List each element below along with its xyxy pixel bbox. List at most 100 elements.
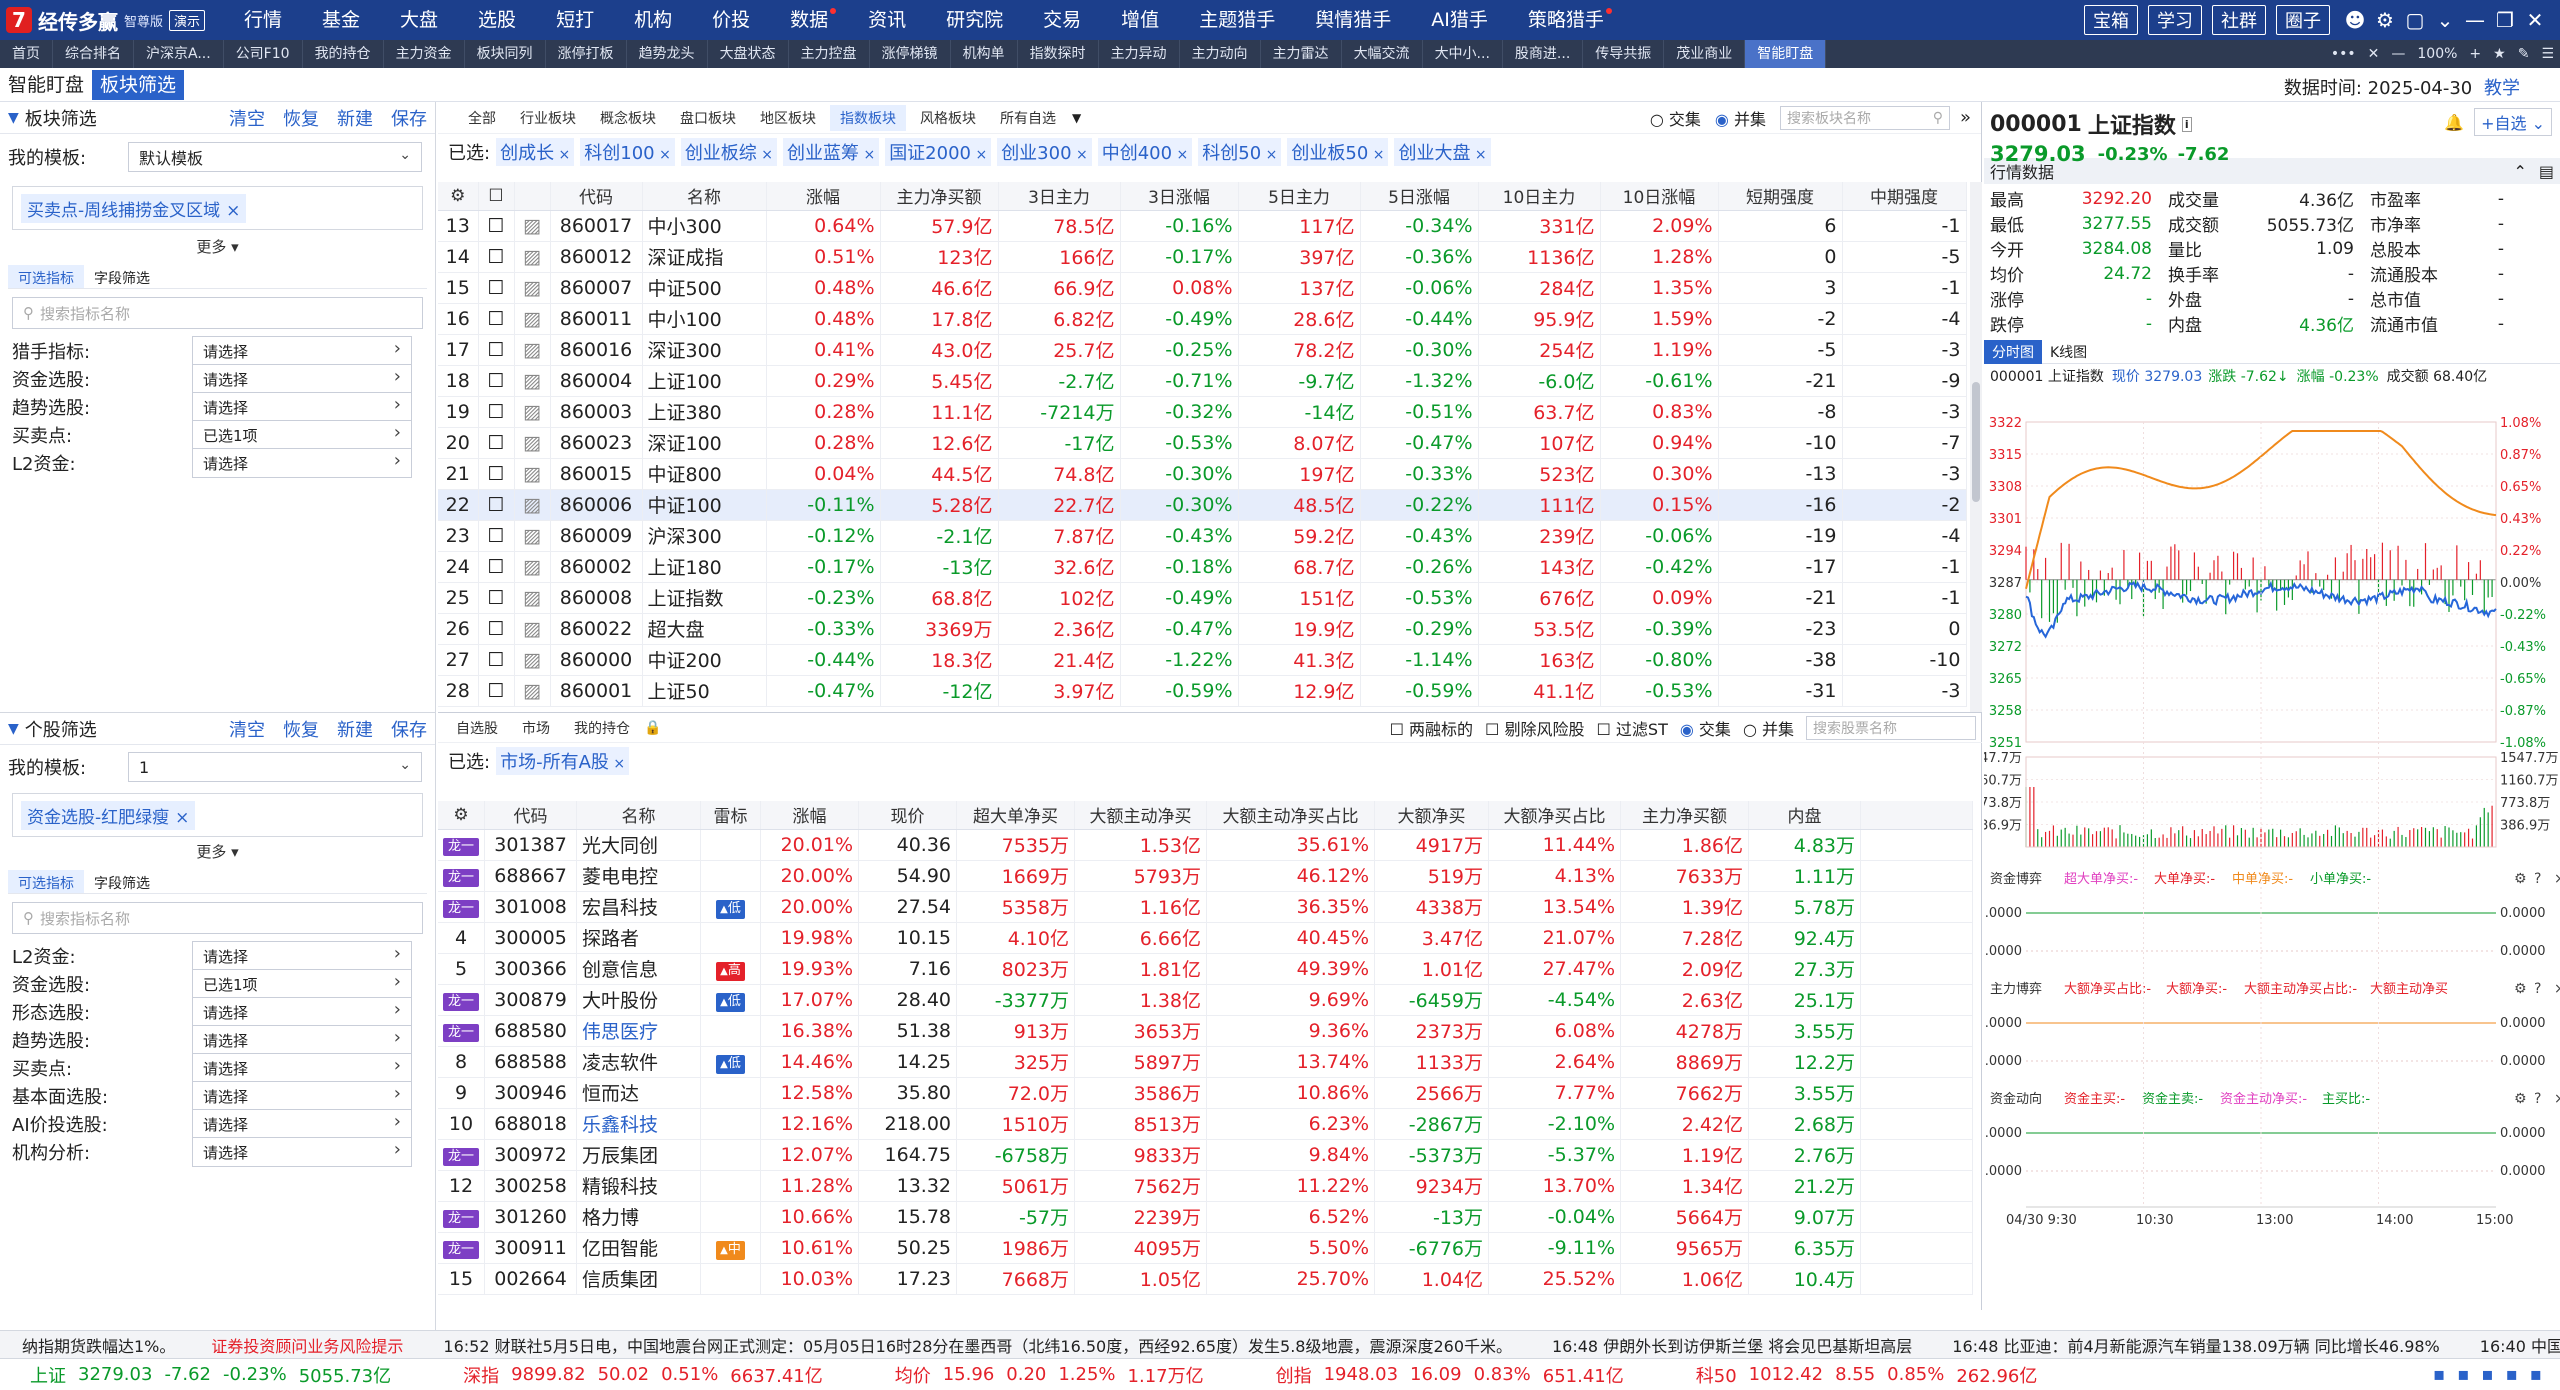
save-button[interactable]: 保存 [391, 105, 427, 131]
remove-tag-icon[interactable]: × [1172, 147, 1189, 163]
ticker-item[interactable]: 均价 15.96 0.20 1.25% 1.17万亿 [895, 1362, 1216, 1388]
row-checkbox[interactable]: ☐ [478, 396, 515, 428]
chosen-tag[interactable]: 创业蓝筹 × [783, 138, 880, 166]
more-toggle[interactable]: 更多 ▾ [0, 841, 435, 862]
tab-6[interactable]: 板块同列 [465, 40, 546, 68]
row-chart-icon[interactable]: ▨ [514, 427, 551, 459]
tab-20[interactable]: 传导共振 [1583, 40, 1665, 68]
row-chart-icon[interactable]: ▨ [514, 613, 551, 645]
ticker-item[interactable]: 上证 3279.03 -7.62 -0.23% 5055.73亿 [30, 1362, 403, 1388]
menu-item-6[interactable]: 价投 [692, 0, 770, 40]
row-checkbox[interactable]: ☐ [478, 365, 515, 397]
table-row[interactable]: 14 ☐ ▨ 860012 深证成指 0.51% 123亿 166亿 -0.17% 397亿 -0.… [438, 241, 1967, 273]
cell-name[interactable]: 亿田智能 [576, 1232, 702, 1264]
column-header-0[interactable]: 代码 [550, 182, 643, 211]
tab-holdings[interactable]: 我的持仓 [564, 715, 640, 741]
chosen-tag[interactable]: 创业板50 × [1287, 138, 1389, 166]
sector-type-tab-4[interactable]: 地区板块 [750, 105, 826, 131]
template-select[interactable]: 默认模板 ⌄ [128, 142, 422, 172]
ticker-item[interactable]: 科50 1012.42 8.55 0.85% 262.96亿 [1696, 1362, 2050, 1388]
cell-name[interactable]: 恒而达 [576, 1077, 702, 1109]
menu-item-13[interactable]: 舆情猎手 [1295, 0, 1411, 40]
risk-notice-link[interactable]: 证券投资顾问业务风险提示 [211, 1333, 403, 1357]
filter-select[interactable]: 请选择 › [192, 392, 412, 422]
tab-22[interactable]: 智能盯盘 [1745, 40, 1827, 68]
row-chart-icon[interactable]: ▨ [514, 644, 551, 676]
remove-tag-icon[interactable]: × [757, 147, 773, 163]
tab-1[interactable]: 综合排名 [53, 40, 134, 68]
chosen-tag[interactable]: 科创100 × [580, 138, 675, 166]
menu-item-2[interactable]: 大盘 [380, 0, 458, 40]
column-header-10[interactable]: 主力净买额 [1620, 801, 1750, 830]
menu-item-10[interactable]: 交易 [1023, 0, 1101, 40]
tab-12[interactable]: 机构单 [951, 40, 1018, 68]
cell-name[interactable]: 菱电电控 [576, 860, 702, 892]
table-row[interactable]: 17 ☐ ▨ 860016 深证300 0.41% 43.0亿 25.7亿 -0.25% 78.2… [438, 334, 1967, 366]
chosen-tag[interactable]: 创业大盘 × [1394, 138, 1491, 166]
chevron-down-icon[interactable]: ⌄ [2430, 8, 2460, 32]
settings-icon[interactable]: ⚙ [438, 182, 479, 211]
radio-intersection[interactable]: ○ 交集 [1650, 106, 1701, 130]
filter-select[interactable]: 请选择 › [192, 1053, 412, 1083]
filter-tag[interactable]: 资金选股-红肥绿瘦 × [21, 800, 196, 830]
menu-item-8[interactable]: 资讯 [848, 0, 926, 40]
tab-18[interactable]: 大中小... [1423, 40, 1503, 68]
column-header-11[interactable]: 内盘 [1748, 801, 1862, 830]
cell-name[interactable]: 探路者 [576, 922, 702, 954]
menu-item-14[interactable]: AI猎手 [1411, 0, 1508, 40]
table-row[interactable]: 22 ☐ ▨ 860006 中证100 -0.11% 5.28亿 22.7亿 -0.30% 48.… [438, 489, 1967, 521]
window-icon[interactable]: ▢ [2400, 8, 2430, 32]
cell-name[interactable]: 乐鑫科技 [576, 1108, 702, 1140]
cell-name[interactable]: 万辰集团 [576, 1139, 702, 1171]
row-checkbox[interactable]: ☐ [478, 551, 515, 583]
row-checkbox[interactable]: ☐ [478, 303, 515, 335]
table-row[interactable]: 12 300258 精锻科技 11.28% 13.32 5061万 7562万 11.22% 9… [438, 1170, 1974, 1202]
star-icon[interactable]: ★ [2487, 46, 2512, 62]
table-row[interactable]: 龙一 301387 光大同创 20.01% 40.36 7535万 1.53亿 35.61% 4… [438, 829, 1974, 861]
column-header-7[interactable]: 大额主动净买占比 [1206, 801, 1376, 830]
zoom-in-icon[interactable]: + [2463, 46, 2487, 62]
cell-name[interactable]: 宏昌科技 [576, 891, 702, 923]
row-chart-icon[interactable]: ▨ [514, 210, 551, 242]
more-toggle[interactable]: 更多 ▾ [0, 236, 435, 257]
cell-name[interactable]: 信质集团 [576, 1263, 702, 1295]
save-button[interactable]: 保存 [391, 716, 427, 742]
column-header-1[interactable]: 名称 [576, 801, 702, 830]
bell-icon[interactable]: 🔔 [2444, 113, 2464, 132]
menu-item-4[interactable]: 短打 [536, 0, 614, 40]
row-checkbox[interactable]: ☐ [478, 334, 515, 366]
panel-icon[interactable]: ☰ [2535, 46, 2560, 62]
add-watch-button[interactable]: +自选 ⌄ [2474, 108, 2552, 136]
tab-11[interactable]: 涨停梯镜 [870, 40, 951, 68]
row-checkbox[interactable]: ☐ [478, 644, 515, 676]
chosen-tag[interactable]: 创业板综 × [680, 138, 777, 166]
table-row[interactable]: 15 002664 信质集团 10.03% 17.23 7668万 1.05亿 25.70% 1… [438, 1263, 1974, 1295]
news-item[interactable]: 16:48 比亚迪：前4月新能源汽车销量138.09万辆 同比增长46.98% [1952, 1333, 2439, 1357]
menu-item-5[interactable]: 机构 [614, 0, 692, 40]
table-row[interactable]: 龙一 301260 格力博 10.66% 15.78 -57万 2239万 6.52% -13万… [438, 1201, 1974, 1233]
menu-item-11[interactable]: 增值 [1101, 0, 1179, 40]
indicator-search-input[interactable]: ⚲ 搜索指标名称 [12, 297, 423, 329]
ticker-item[interactable]: 深指 9899.82 50.02 0.51% 6637.41亿 [463, 1362, 835, 1388]
filter-select[interactable]: 请选择 › [192, 997, 412, 1027]
tab-intraday[interactable]: 分时图 [1984, 339, 2042, 364]
column-header-1[interactable]: 名称 [642, 182, 767, 211]
row-icon-col[interactable] [514, 182, 551, 211]
tab-watchlist[interactable]: 自选股 [446, 715, 508, 741]
table-row[interactable]: 龙一 300911 亿田智能 ▲中 10.61% 50.25 1986万 4095万 5.50%… [438, 1232, 1974, 1264]
row-checkbox[interactable]: ☐ [478, 241, 515, 273]
clear-button[interactable]: 清空 [229, 716, 265, 742]
sector-type-tab-2[interactable]: 概念板块 [590, 105, 666, 131]
sector-type-tab-6[interactable]: 风格板块 [910, 105, 986, 131]
column-header-9[interactable]: 大额净买占比 [1488, 801, 1622, 830]
remove-tag-icon[interactable]: × [655, 147, 671, 163]
more-tabs-icon[interactable]: ••• [2325, 46, 2362, 62]
st-filter-checkbox[interactable]: ☐ 过滤ST [1596, 716, 1667, 740]
tab-15[interactable]: 主力动向 [1180, 40, 1261, 68]
tab-field-filter[interactable]: 字段筛选 [84, 870, 160, 893]
menu-item-15[interactable]: 策略猎手 [1508, 0, 1624, 40]
expand-icon[interactable]: » [1960, 107, 1971, 128]
table-row[interactable]: 9 300946 恒而达 12.58% 35.80 72.0万 3586万 10.86% 256… [438, 1077, 1974, 1109]
row-chart-icon[interactable]: ▨ [514, 582, 551, 614]
sector-type-tab-3[interactable]: 盘口板块 [670, 105, 746, 131]
